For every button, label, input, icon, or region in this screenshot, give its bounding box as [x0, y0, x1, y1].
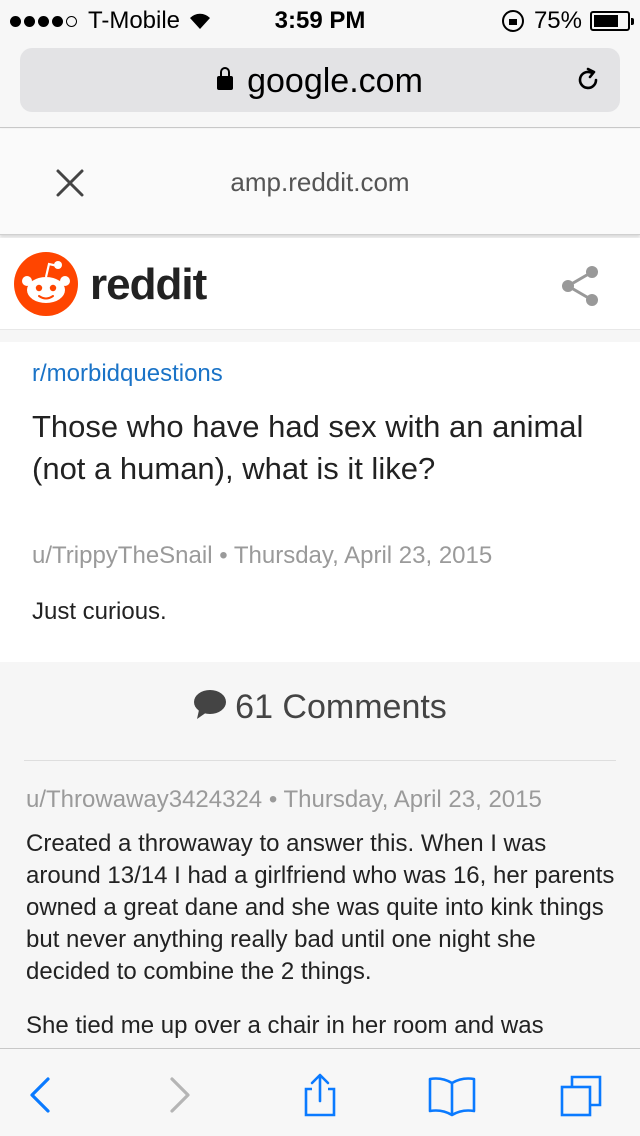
comment-meta-separator: • — [268, 786, 278, 813]
reload-icon[interactable] — [574, 66, 602, 94]
comment-meta: u/Throwaway3424324 • Thursday, April 23,… — [26, 786, 542, 814]
address-bar[interactable]: google.com — [20, 48, 620, 112]
lock-icon — [217, 67, 234, 90]
comments-count-label: 61 Comments — [235, 688, 447, 726]
share-icon[interactable] — [556, 262, 604, 310]
post-title: Those who have had sex with an animal (n… — [32, 409, 584, 486]
battery-fill — [594, 15, 618, 27]
amp-domain: amp.reddit.com — [230, 167, 410, 197]
reddit-logo-icon[interactable] — [14, 252, 78, 316]
comments-count: 61 Comments — [0, 688, 640, 727]
reddit-header: reddit — [0, 238, 640, 330]
forward-icon[interactable] — [154, 1071, 202, 1119]
amp-header: amp.reddit.com — [0, 129, 640, 235]
post-date: Thursday, April 23, 2015 — [233, 542, 493, 569]
post-card: r/morbidquestions Those who have had sex… — [0, 342, 640, 662]
share-sheet-icon[interactable] — [296, 1071, 344, 1119]
battery-icon — [590, 11, 634, 31]
url-text: google.com — [247, 62, 423, 100]
comment-author[interactable]: u/Throwaway3424324 — [26, 786, 262, 813]
reddit-wordmark[interactable]: reddit — [90, 260, 207, 310]
back-icon[interactable] — [18, 1071, 66, 1119]
comment-paragraph: She tied me up over a chair in her room … — [26, 1012, 544, 1039]
comment-bubble-icon — [194, 690, 227, 719]
status-bar: T-Mobile 3:59 PM 75% — [0, 0, 640, 40]
meta-separator: • — [219, 542, 228, 569]
battery-percent: 75% — [533, 7, 582, 34]
browser-toolbar — [0, 1048, 640, 1136]
address-text[interactable]: google.com — [20, 62, 620, 101]
comment-paragraph: Created a throwaway to answer this. When… — [26, 830, 615, 985]
tabs-icon[interactable] — [558, 1071, 606, 1119]
post-body: Just curious. — [32, 598, 167, 625]
comments-divider — [24, 760, 616, 761]
post-meta: u/TrippyTheSnail • Thursday, April 23, 2… — [32, 542, 492, 570]
comment-date: Thursday, April 23, 2015 — [283, 786, 542, 813]
comment-body: Created a throwaway to answer this. When… — [26, 828, 618, 1064]
bookmarks-icon[interactable] — [428, 1071, 476, 1119]
post-author[interactable]: u/TrippyTheSnail — [32, 542, 213, 569]
subreddit-link[interactable]: r/morbidquestions — [32, 360, 223, 388]
status-right: 75% — [501, 7, 634, 35]
browser-address-area: google.com — [0, 40, 640, 128]
rotation-lock-icon — [501, 10, 524, 32]
